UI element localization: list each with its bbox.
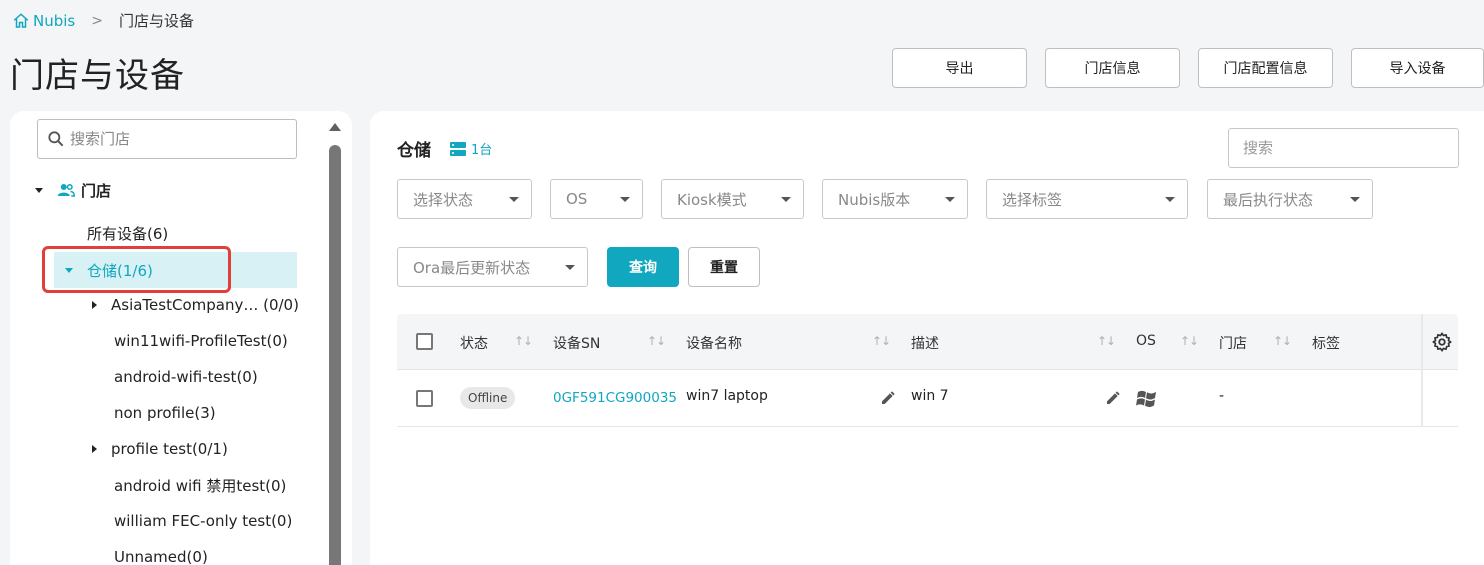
dropdown-arrow-icon [1165,196,1175,202]
tag-filter-select[interactable]: 选择标签 [986,179,1188,219]
column-header-tags[interactable]: 标签 [1312,333,1340,353]
column-header-desc[interactable]: 描述 [911,333,939,353]
sort-icon[interactable]: ↑↓ [647,334,666,348]
breadcrumb-separator: > [91,12,103,29]
ora-update-status-filter-select[interactable]: Ora最后更新状态 [397,247,588,287]
dropdown-arrow-icon [620,196,630,202]
filter-label: 选择标签 [1002,190,1063,209]
column-header-name[interactable]: 设备名称 [686,333,742,353]
table-header: 状态 ↑↓ 设备SN ↑↓ 设备名称 ↑↓ 描述 ↑↓ OS ↑↓ 门店 ↑↓ … [397,314,1458,370]
store-search-box[interactable] [37,119,297,159]
search-icon [48,131,64,147]
page-title: 门店与设备 [10,56,185,96]
tree-item[interactable]: AsiaTestCompany… (0/0) [92,287,299,323]
caret-right-icon[interactable] [92,445,97,453]
dropdown-arrow-icon [781,196,791,202]
sort-icon[interactable]: ↑↓ [1180,334,1199,348]
dropdown-arrow-icon [1350,196,1360,202]
tree-item-label: win11wifi-ProfileTest(0) [114,332,288,350]
column-header-os[interactable]: OS [1136,333,1156,349]
device-search-box[interactable] [1228,128,1459,168]
windows-os-icon [1136,390,1156,408]
store-search-input[interactable] [70,130,270,148]
tree-root[interactable]: 门店 [35,172,111,208]
scroll-up-arrow-icon[interactable] [329,123,341,131]
group-icon [57,184,75,197]
tree-item-label: william FEC-only test(0) [114,512,293,530]
table-row[interactable]: Offline 0GF591CG900035 win7 laptop win 7… [397,370,1458,427]
dropdown-arrow-icon [565,264,575,270]
filter-label: Kiosk模式 [677,190,747,209]
device-count: 1台 [471,143,493,158]
filter-label: 选择状态 [413,190,474,209]
tree-item-label: android-wifi-test(0) [114,368,258,386]
server-icon [450,141,466,156]
tree-item[interactable]: android wifi 禁用test(0) [114,467,286,503]
os-filter-select[interactable]: OS [550,179,643,219]
select-all-checkbox[interactable] [416,333,433,350]
filter-label: Ora最后更新状态 [413,258,531,277]
status-badge: Offline [460,387,516,409]
device-panel: 仓储 1台 选择状态 OS Kiosk模式 Nubis版本 选择标签 最后执行状… [370,111,1484,565]
nubis-version-filter-select[interactable]: Nubis版本 [822,179,968,219]
dropdown-arrow-icon [509,196,519,202]
column-header-sn[interactable]: 设备SN [553,333,600,353]
tree-item[interactable]: Unnamed(0) [114,539,208,565]
breadcrumb-home-label: Nubis [33,11,76,30]
device-name-cell: win7 laptop [686,388,768,404]
dropdown-arrow-icon [945,196,955,202]
store-config-button[interactable]: 门店配置信息 [1198,48,1333,88]
tree-item-label: 所有设备(6) [87,224,169,243]
row-checkbox[interactable] [416,390,433,407]
breadcrumb: Nubis > 门店与设备 [12,10,194,31]
sort-icon[interactable]: ↑↓ [1097,334,1116,348]
device-search-input[interactable] [1243,139,1443,157]
tree-item-label: non profile(3) [114,404,216,422]
edit-name-pencil-icon[interactable] [880,390,896,406]
scroll-thumb[interactable] [329,145,341,565]
store-info-button[interactable]: 门店信息 [1045,48,1180,88]
tree-item[interactable]: profile test(0/1) [92,431,228,467]
tree-item-label: Unnamed(0) [114,548,208,565]
tree-item-label: android wifi 禁用test(0) [114,476,287,495]
sort-icon[interactable]: ↑↓ [1273,334,1292,348]
reset-button[interactable]: 重置 [688,247,760,287]
edit-desc-pencil-icon[interactable] [1105,390,1121,406]
store-tree-panel: 门店 所有设备(6) 仓储(1/6) AsiaTestCompany… (0/0… [10,111,352,565]
tree-item-label: profile test(0/1) [111,440,228,458]
tree-item[interactable]: william FEC-only test(0) [114,503,292,539]
filter-label: Nubis版本 [838,190,911,209]
caret-right-icon[interactable] [92,301,97,309]
tree-root-label: 门店 [81,181,112,200]
sidebar-scrollbar[interactable] [328,119,342,565]
breadcrumb-current: 门店与设备 [118,12,194,30]
column-settings-gear-icon[interactable] [1431,331,1453,353]
annotation-highlight-box [42,246,231,293]
device-count-badge: 1台 [450,139,492,158]
export-button[interactable]: 导出 [892,48,1027,88]
import-device-button[interactable]: 导入设备 [1351,48,1484,88]
tree-item[interactable]: non profile(3) [114,395,216,431]
sort-icon[interactable]: ↑↓ [514,334,533,348]
tree-item[interactable]: android-wifi-test(0) [114,359,258,395]
device-sn-link[interactable]: 0GF591CG900035 [553,390,677,406]
section-title: 仓储 [397,141,431,161]
home-icon [13,12,29,28]
device-store-cell: - [1219,388,1225,404]
kiosk-filter-select[interactable]: Kiosk模式 [661,179,804,219]
toolbar: 导出 门店信息 门店配置信息 导入设备 [892,48,1484,88]
status-filter-select[interactable]: 选择状态 [397,179,532,219]
device-desc-cell: win 7 [911,388,949,404]
column-header-status[interactable]: 状态 [460,333,488,353]
query-button[interactable]: 查询 [607,247,679,287]
caret-down-icon[interactable] [35,187,43,193]
tree-item[interactable]: win11wifi-ProfileTest(0) [114,323,288,359]
column-header-store[interactable]: 门店 [1219,333,1247,353]
breadcrumb-home-link[interactable]: Nubis [12,12,75,30]
filter-label: 最后执行状态 [1223,190,1314,209]
tree-item-label: AsiaTestCompany… (0/0) [111,296,299,314]
sort-icon[interactable]: ↑↓ [872,334,891,348]
filter-label: OS [566,190,588,208]
last-exec-status-filter-select[interactable]: 最后执行状态 [1207,179,1373,219]
